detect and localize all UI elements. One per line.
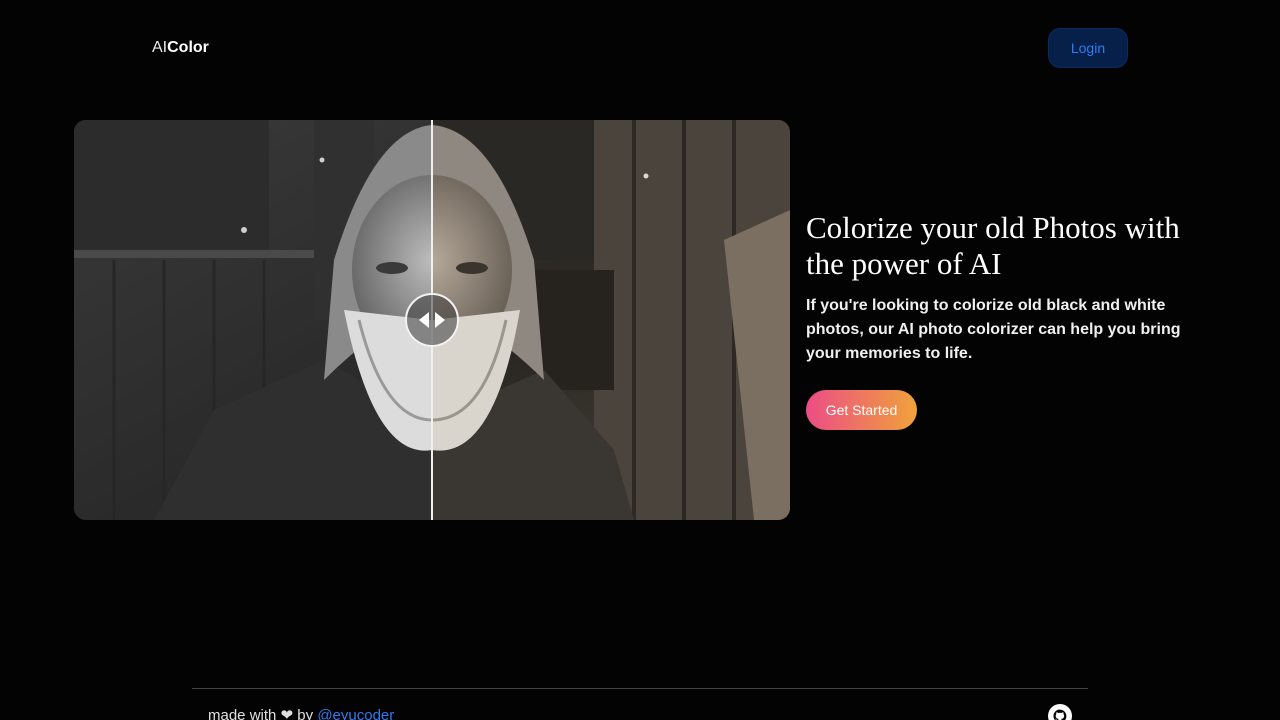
author-link[interactable]: @eyucoder bbox=[317, 707, 394, 720]
github-icon[interactable] bbox=[1048, 704, 1072, 720]
login-button[interactable]: Login bbox=[1048, 28, 1128, 68]
left-right-arrows-icon bbox=[419, 312, 445, 328]
footer-credit: made with ❤ by @eyucoder bbox=[208, 706, 394, 720]
by-text: by bbox=[297, 707, 314, 720]
made-with-text: made with bbox=[208, 707, 277, 720]
hero-subtitle: If you're looking to colorize old black … bbox=[806, 297, 1181, 362]
logo-bold: Color bbox=[167, 39, 209, 56]
get-started-button[interactable]: Get Started bbox=[806, 390, 917, 430]
logo-prefix: AI bbox=[152, 39, 168, 56]
app-logo[interactable]: AIColor bbox=[152, 38, 209, 58]
before-after-comparison[interactable] bbox=[74, 120, 790, 520]
hero-title: Colorize your old Photos with the power … bbox=[806, 210, 1180, 281]
footer-divider bbox=[192, 688, 1088, 689]
heart-icon: ❤ bbox=[280, 707, 294, 720]
comparison-slider-handle[interactable] bbox=[405, 293, 459, 347]
